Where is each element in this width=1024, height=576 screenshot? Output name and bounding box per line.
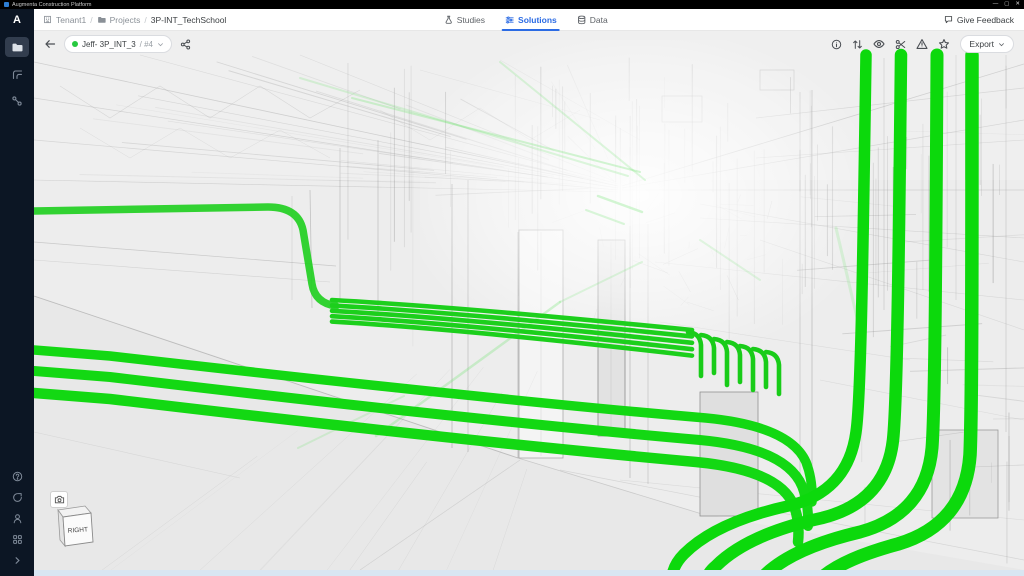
cabinet-box [700,392,758,516]
feedback-label: Give Feedback [957,15,1014,25]
sidebar-bottom-group [12,471,23,566]
export-label: Export [969,39,994,49]
chevron-down-icon [998,41,1005,48]
tenant-icon [43,15,52,24]
main-tabs: Studies Solutions Data [444,9,608,30]
solution-selector-dropdown[interactable]: Jeff- 3P_INT_3 / #4 [64,35,172,53]
breadcrumb-separator: / [144,15,146,25]
info-button[interactable] [831,39,842,50]
favorite-button[interactable] [938,38,950,50]
app-title: Augmenta Construction Platform [12,2,91,8]
maximize-button[interactable]: ▢ [1004,0,1009,9]
viewer-panel: Jeff- 3P_INT_3 / #4 Export [34,30,1024,570]
tab-solutions[interactable]: Solutions [505,9,557,30]
data-icon [577,15,587,25]
breadcrumb: Tenant1 / Projects / 3P-INT_TechSchool [34,15,226,25]
app-header: Tenant1 / Projects / 3P-INT_TechSchool S… [34,9,1024,31]
sidebar-item-projects[interactable] [5,37,29,57]
chevron-down-icon [157,41,164,48]
apps-grid-button[interactable] [12,534,23,545]
studies-icon [444,15,454,25]
viewer-toolbar-right: Export [831,35,1014,53]
tab-label: Data [590,15,608,25]
tab-data[interactable]: Data [577,9,608,30]
breadcrumb-tenant[interactable]: Tenant1 [56,15,86,25]
close-button[interactable]: ✕ [1015,0,1020,9]
issues-button[interactable] [916,38,928,50]
breadcrumb-separator: / [90,15,92,25]
app-logo: A [13,9,21,30]
view-cube[interactable]: RIGHT [55,504,103,554]
title-bar: Augmenta Construction Platform — ▢ ✕ [0,0,1024,9]
tab-label: Studies [457,15,485,25]
pipe-network-icon [11,68,23,80]
compare-button[interactable] [852,39,863,50]
solutions-icon [505,15,515,25]
breadcrumb-folder-icon [97,15,106,24]
breadcrumb-project: 3P-INT_TechSchool [151,15,227,25]
sidebar-item-pipes[interactable] [5,64,29,84]
feedback-icon [944,15,953,24]
back-button[interactable] [44,38,56,50]
expand-sidebar-button[interactable] [12,555,23,566]
tab-label: Solutions [518,15,557,25]
folder-icon [11,41,23,53]
tab-studies[interactable]: Studies [444,9,485,30]
selection-version: / #4 [140,40,153,49]
account-button[interactable] [12,513,23,524]
view-cube-label: RIGHT [68,526,89,534]
minimize-button[interactable]: — [993,0,999,9]
export-button[interactable]: Export [960,35,1014,53]
section-cut-button[interactable] [895,39,906,50]
bottom-strip [34,570,1024,576]
breadcrumb-projects[interactable]: Projects [110,15,141,25]
sidebar: A [0,9,34,576]
help-button[interactable] [12,471,23,482]
history-button[interactable] [12,492,23,503]
status-dot [72,41,78,47]
visibility-button[interactable] [873,38,885,50]
window-controls: — ▢ ✕ [993,0,1020,9]
model-viewport[interactable] [34,30,1024,570]
viewer-toolbar-left: Jeff- 3P_INT_3 / #4 [44,35,191,53]
share-button[interactable] [180,39,191,50]
app-icon [4,2,9,7]
selection-name: Jeff- 3P_INT_3 [82,40,136,49]
give-feedback-button[interactable]: Give Feedback [944,15,1014,25]
nodes-icon [11,95,23,107]
sidebar-item-nodes[interactable] [5,91,29,111]
